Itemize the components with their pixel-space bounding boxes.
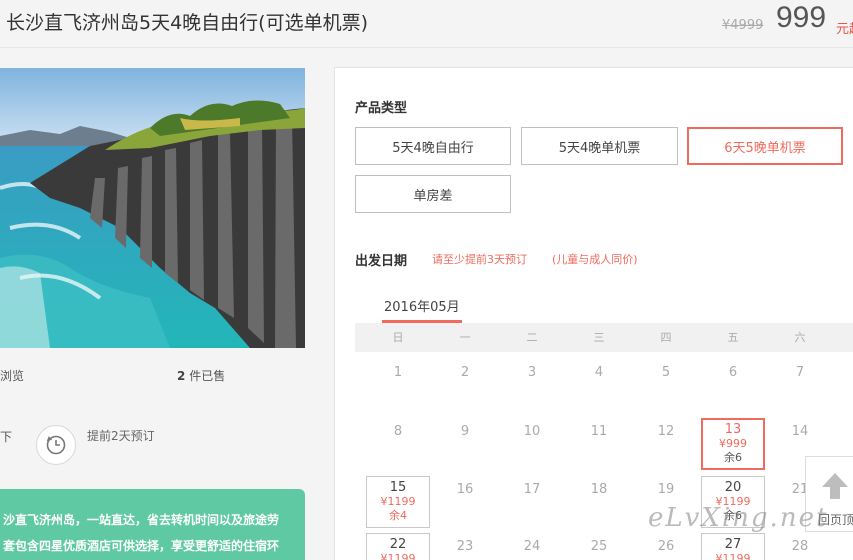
current-price: 999	[776, 1, 827, 34]
calendar-day-23: 23	[433, 533, 497, 560]
calendar-day-7: 7	[768, 359, 832, 411]
weekday-header: 日 一 二 三 四 五 六	[355, 323, 853, 352]
weekday-thu: 四	[660, 331, 672, 344]
day-number: 13	[724, 422, 742, 437]
day-number: 14	[791, 424, 809, 439]
description-line-1: 沙直飞济州岛，一站直达，省去转机时间以及旅途劳	[3, 513, 280, 527]
calendar-day-26: 26	[634, 533, 698, 560]
calendar-day-2: 2	[433, 359, 497, 411]
product-type-label: 产品类型	[355, 101, 408, 116]
day-remaining: 余6	[724, 451, 742, 464]
departure-date-label: 出发日期	[355, 254, 408, 269]
weekday-sat: 六	[794, 331, 806, 344]
original-price: ¥4999	[722, 18, 764, 33]
day-price: ¥999	[719, 437, 747, 450]
calendar-day-12: 12	[634, 418, 698, 470]
day-number: 5	[661, 365, 671, 380]
day-number: 1	[393, 365, 403, 380]
day-number: 2	[460, 365, 470, 380]
calendar-day-13[interactable]: 13 ¥999 余6	[701, 418, 765, 470]
weekday-wed: 三	[593, 331, 605, 344]
advance-booking-text: 提前2天预订	[87, 429, 155, 443]
calendar-month-tab[interactable]: 2016年05月	[384, 296, 460, 315]
calendar-day-11: 11	[567, 418, 631, 470]
calendar-day-16: 16	[433, 476, 497, 528]
option-6d5n-flight-only[interactable]: 6天5晚单机票	[687, 127, 843, 165]
day-price: ¥1199	[380, 552, 416, 560]
day-number: 28	[791, 539, 809, 554]
product-photo[interactable]	[0, 68, 305, 348]
day-number: 10	[523, 424, 541, 439]
weekday-sun: 日	[392, 331, 404, 344]
option-single-room-supplement[interactable]: 单房差	[355, 175, 511, 213]
option-5d4n-free-travel[interactable]: 5天4晚自由行	[355, 127, 511, 165]
coastal-cliff-image	[0, 68, 305, 348]
booking-panel: 产品类型 5天4晚自由行 5天4晚单机票 6天5晚单机票 单房差 出发日期 请至…	[334, 67, 853, 560]
view-count-label: 浏览	[0, 369, 25, 383]
price-unit: 元起	[836, 22, 853, 37]
weekday-fri: 五	[727, 331, 739, 344]
day-number: 22	[389, 537, 407, 552]
day-number: 12	[657, 424, 675, 439]
day-number: 3	[527, 365, 537, 380]
calendar-day-24: 24	[500, 533, 564, 560]
page-header: 长沙直飞济州岛5天4晚自由行(可选单机票) ¥4999 999 元起	[0, 0, 853, 48]
cut-text: 下	[0, 430, 13, 444]
weekday-tue: 二	[526, 331, 538, 344]
calendar-day-10: 10	[500, 418, 564, 470]
calendar-day-6: 6	[701, 359, 765, 411]
clock-icon	[36, 425, 76, 465]
calendar-day-25: 25	[567, 533, 631, 560]
calendar-day-1: 1	[366, 359, 430, 411]
day-number: 19	[657, 482, 675, 497]
day-number: 18	[590, 482, 608, 497]
page-title: 长沙直飞济州岛5天4晚自由行(可选单机票)	[6, 12, 369, 34]
arrow-up-icon	[822, 473, 848, 499]
calendar-day-15[interactable]: 15 ¥1199 余4	[366, 476, 430, 528]
weekday-mon: 一	[459, 331, 471, 344]
calendar-day-4: 4	[567, 359, 631, 411]
calendar-day-18: 18	[567, 476, 631, 528]
day-number: 26	[657, 539, 675, 554]
day-number: 11	[590, 424, 608, 439]
calendar-day-22[interactable]: 22 ¥1199	[366, 533, 430, 560]
calendar-day-9: 9	[433, 418, 497, 470]
calendar-day-8: 8	[366, 418, 430, 470]
day-price: ¥1199	[380, 495, 416, 508]
day-price: ¥1199	[715, 552, 751, 560]
sold-label: 件已售	[189, 369, 226, 383]
watermark-text: eLvXing.net	[648, 503, 829, 533]
option-5d4n-flight-only[interactable]: 5天4晚单机票	[521, 127, 678, 165]
day-number: 4	[594, 365, 604, 380]
day-number: 16	[456, 482, 474, 497]
calendar-day-28: 28	[768, 533, 832, 560]
day-number: 15	[389, 480, 407, 495]
day-number: 23	[456, 539, 474, 554]
advance-notice: 请至少提前3天预订	[432, 253, 527, 266]
calendar-day-27[interactable]: 27 ¥1199	[701, 533, 765, 560]
day-number: 20	[724, 480, 742, 495]
product-description: 沙直飞济州岛，一站直达，省去转机时间以及旅途劳 套包含四星优质酒店可供选择，享受…	[0, 489, 305, 560]
child-price-notice: (儿童与成人同价)	[552, 253, 638, 266]
calendar-day-3: 3	[500, 359, 564, 411]
day-number: 17	[523, 482, 541, 497]
sold-number: 2	[177, 369, 186, 383]
day-number: 9	[460, 424, 470, 439]
day-number: 8	[393, 424, 403, 439]
day-number: 24	[523, 539, 541, 554]
sold-count: 2 件已售	[177, 367, 225, 384]
day-number: 6	[728, 365, 738, 380]
calendar-day-17: 17	[500, 476, 564, 528]
description-line-2: 套包含四星优质酒店可供选择，享受更舒适的住宿环	[3, 539, 280, 553]
day-number: 27	[724, 537, 742, 552]
day-number: 25	[590, 539, 608, 554]
day-number: 7	[795, 365, 805, 380]
day-remaining: 余4	[389, 509, 407, 522]
calendar-day-5: 5	[634, 359, 698, 411]
